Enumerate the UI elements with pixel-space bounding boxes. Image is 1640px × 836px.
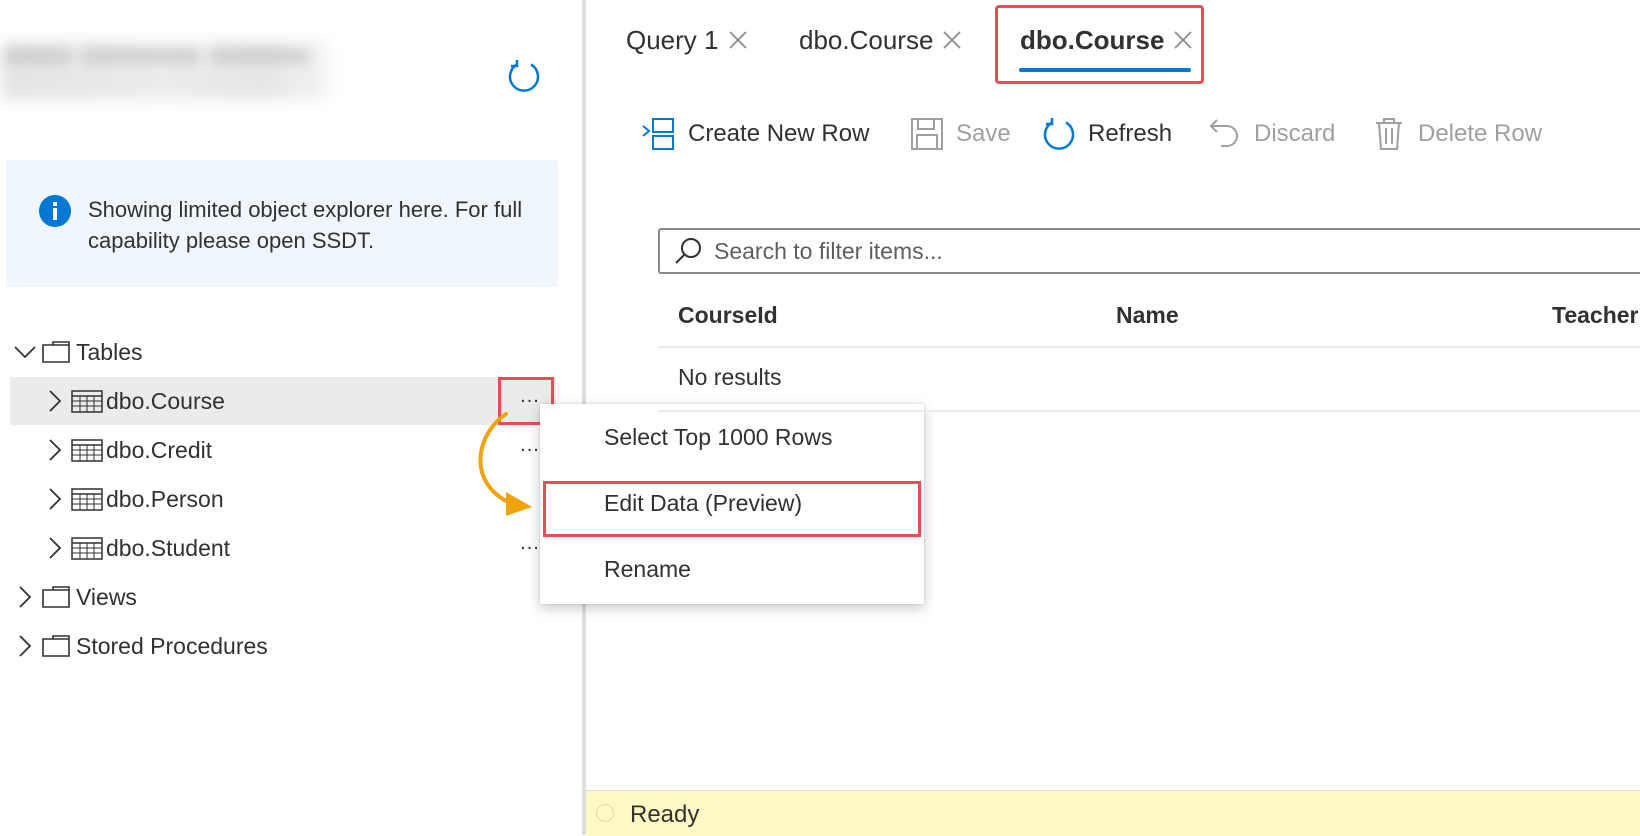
menu-item-select-top-rows[interactable]: Select Top 1000 Rows [540, 404, 924, 470]
tree-item-label: dbo.Student [106, 534, 231, 561]
refresh-button[interactable]: Refresh [1040, 112, 1172, 156]
refresh-label: Refresh [1088, 120, 1173, 147]
save-label: Save [956, 120, 1011, 147]
filter-search-box[interactable] [658, 228, 1640, 274]
status-indicator-icon [596, 804, 614, 822]
chevron-down-icon[interactable] [10, 337, 40, 367]
menu-item-edit-data[interactable]: Edit Data (Preview) [540, 470, 924, 536]
object-explorer-pane: ■■■■ ■■■■■■■ ■■■■■■ Showing limited object… [0, 0, 582, 835]
discard-label: Discard [1254, 120, 1336, 147]
tree-item-label: dbo.Person [106, 485, 224, 512]
create-new-row-label: Create New Row [688, 120, 870, 147]
folder-icon [40, 338, 74, 366]
chevron-right-icon[interactable] [40, 386, 70, 416]
info-banner: Showing limited object explorer here. Fo… [6, 160, 558, 287]
folder-icon [40, 632, 74, 660]
close-icon[interactable] [941, 29, 963, 51]
no-results-text: No results [678, 364, 782, 390]
tree-folder-label: Views [76, 583, 137, 610]
delete-row-button[interactable]: Delete Row [1370, 112, 1542, 156]
tab-dbo-course-1[interactable]: dbo.Course [799, 18, 963, 62]
tree-folder-tables[interactable]: Tables [10, 328, 556, 376]
tree-folder-stored-procedures[interactable]: Stored Procedures [10, 622, 556, 670]
tree-folder-label: Tables [76, 338, 143, 365]
grid-empty-row: No results [658, 348, 1640, 412]
chevron-right-icon[interactable] [10, 631, 40, 661]
tree-item-dbo-student[interactable]: dbo.Student ... [10, 524, 556, 572]
server-name-blurred: ■■■■ ■■■■■■■ ■■■■■■ [0, 42, 330, 100]
tab-label: dbo.Course [1020, 24, 1165, 55]
status-bar: Ready [586, 790, 1640, 836]
column-header-courseid[interactable]: CourseId [678, 302, 778, 329]
annotation-arrow [478, 412, 532, 516]
delete-row-label: Delete Row [1418, 120, 1543, 147]
tab-dbo-course-active[interactable]: dbo.Course [1020, 18, 1194, 62]
table-icon [70, 387, 104, 415]
tree-item-label: dbo.Course [106, 387, 225, 414]
column-header-teacher[interactable]: Teacher [1552, 302, 1639, 329]
tab-label: dbo.Course [799, 24, 934, 55]
table-icon [70, 436, 104, 464]
tree-folder-label: Stored Procedures [76, 632, 268, 659]
column-header-name[interactable]: Name [1116, 302, 1179, 329]
trash-icon [1370, 115, 1408, 153]
menu-item-rename[interactable]: Rename [540, 536, 924, 602]
tree-folder-views[interactable]: Views [10, 573, 556, 621]
tree-item-label: dbo.Credit [106, 436, 213, 463]
tab-query-1[interactable]: Query 1 [626, 18, 749, 62]
save-icon [908, 115, 946, 153]
table-icon [70, 534, 104, 562]
chevron-right-icon[interactable] [10, 582, 40, 612]
folder-icon [40, 583, 74, 611]
context-menu: Select Top 1000 Rows Edit Data (Preview)… [540, 404, 924, 604]
chevron-right-icon[interactable] [40, 484, 70, 514]
create-new-row-button[interactable]: Create New Row [640, 112, 869, 156]
search-icon [670, 233, 706, 269]
add-row-icon [640, 115, 678, 153]
chevron-right-icon[interactable] [40, 435, 70, 465]
grid-header-row: CourseId Name Teacher [658, 290, 1640, 348]
close-icon[interactable] [727, 29, 749, 51]
status-text: Ready [630, 801, 700, 828]
discard-button[interactable]: Discard [1206, 112, 1335, 156]
chevron-right-icon[interactable] [40, 533, 70, 563]
table-icon [70, 485, 104, 513]
undo-icon [1206, 115, 1244, 153]
close-icon[interactable] [1172, 29, 1194, 51]
active-tab-indicator [1019, 68, 1191, 72]
explorer-refresh-icon[interactable] [506, 58, 542, 94]
tab-label: Query 1 [626, 24, 719, 55]
save-button[interactable]: Save [908, 112, 1011, 156]
refresh-icon [1040, 115, 1078, 153]
info-icon [38, 194, 72, 228]
search-input[interactable] [712, 236, 1596, 266]
info-message: Showing limited object explorer here. Fo… [88, 197, 523, 253]
